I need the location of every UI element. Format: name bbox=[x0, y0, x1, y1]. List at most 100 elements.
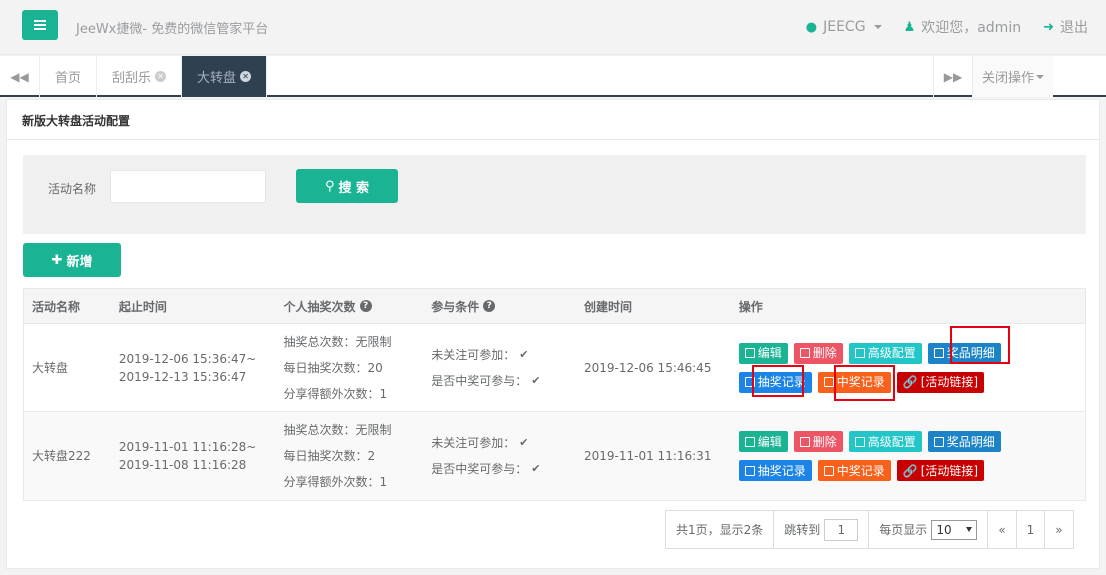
search-button[interactable]: ⚲ 搜 索 bbox=[296, 169, 398, 203]
tab-home[interactable]: 首页 bbox=[40, 56, 98, 97]
jump-label: 跳转到 bbox=[784, 523, 821, 537]
op-label: 编辑 bbox=[757, 434, 782, 449]
prize-detail-button[interactable]: 奖品明细 bbox=[927, 342, 1001, 364]
trash-icon bbox=[799, 348, 810, 358]
menu-toggle-button[interactable] bbox=[22, 10, 58, 40]
close-operations-dropdown[interactable]: 关闭操作 bbox=[973, 56, 1053, 97]
help-icon[interactable]: ? bbox=[359, 300, 372, 312]
wechat-icon: ● bbox=[805, 19, 818, 35]
start-time: 2019-11-01 11:16:28~ bbox=[118, 440, 257, 454]
op-label: 奖品明细 bbox=[946, 346, 995, 360]
cell-counts: 抽奖总次数：无限制 每日抽奖次数：20 分享得额外次数：1 bbox=[276, 324, 424, 411]
user-welcome[interactable]: ♟ 欢迎您，admin bbox=[904, 17, 1022, 37]
close-tab-icon[interactable]: ✕ bbox=[155, 71, 167, 82]
cond-follow: 未关注可参加： ✔ bbox=[431, 346, 568, 364]
tab-scroll-left-button[interactable]: ◀◀ bbox=[0, 56, 40, 97]
draw-record-button[interactable]: 抽奖记录 bbox=[738, 460, 812, 481]
panel-title: 新版大转盘活动配置 bbox=[7, 100, 1099, 140]
check-icon: ✔ bbox=[531, 373, 541, 387]
cell-conditions: 未关注可参加： ✔ 是否中奖可参与： ✔ bbox=[423, 412, 576, 500]
table-icon bbox=[744, 465, 755, 476]
menu-icon bbox=[34, 20, 46, 30]
op-label: 奖品明细 bbox=[946, 434, 995, 449]
end-time: 2019-11-08 11:16:28 bbox=[118, 458, 247, 472]
prize-detail-button[interactable]: 奖品明细 bbox=[927, 431, 1001, 452]
cond-label: 未关注可参加： bbox=[431, 347, 516, 362]
tab-list: 首页 刮刮乐 ✕ 大转盘 ✕ bbox=[40, 56, 268, 97]
op-label: 删除 bbox=[812, 434, 837, 449]
table-icon bbox=[823, 377, 834, 387]
per-page-select[interactable]: 10 bbox=[931, 519, 978, 540]
ops-group: 编辑 删除 高级配置 奖品明细 抽奖记录 中奖记录 🔗 [活动链接] bbox=[738, 342, 1039, 393]
col-header: 参与条件? bbox=[423, 289, 576, 323]
col-header-label: 参与条件 bbox=[431, 299, 480, 314]
trash-icon bbox=[799, 436, 810, 447]
table-header: 活动名称 起止时间 个人抽奖次数? 参与条件? 创建时间 操作 bbox=[24, 289, 1085, 324]
edit-button[interactable]: 编辑 bbox=[738, 342, 788, 364]
prev-page-button[interactable]: « bbox=[988, 511, 1017, 548]
activity-table: 活动名称 起止时间 个人抽奖次数? 参与条件? 创建时间 操作 大转盘 2019… bbox=[23, 288, 1086, 501]
check-icon: ✔ bbox=[519, 436, 529, 449]
jump-input[interactable]: 1 bbox=[824, 518, 859, 541]
edit-icon bbox=[744, 348, 755, 358]
main-panel: 新版大转盘活动配置 活动名称 ⚲ 搜 索 ✚ 新增 活动名称 起止时间 个人抽奖次数… bbox=[6, 99, 1100, 569]
top-navbar: JeeWx捷微- 免费的微信管家平台 ● JEECG ♟ 欢迎您，admin ➜ 退出 bbox=[0, 0, 1106, 55]
link-icon: 🔗 bbox=[902, 463, 918, 478]
activity-link-button[interactable]: 🔗 [活动链接] bbox=[896, 371, 985, 393]
close-ops-label: 关闭操作 bbox=[981, 71, 1034, 86]
page-summary: 共1页，显示2条 bbox=[666, 511, 775, 548]
user-icon: ♟ bbox=[903, 19, 916, 35]
win-record-button[interactable]: 中奖记录 bbox=[817, 460, 891, 481]
advanced-config-button[interactable]: 高级配置 bbox=[848, 431, 922, 452]
search-area: 活动名称 ⚲ 搜 索 bbox=[23, 155, 1086, 234]
delete-button[interactable]: 删除 bbox=[793, 342, 843, 364]
help-icon[interactable]: ? bbox=[483, 300, 496, 312]
dropdown-arrow-icon bbox=[966, 527, 973, 532]
count-daily: 每日抽奖次数：2 bbox=[283, 449, 376, 463]
cond-label: 是否中奖可参与： bbox=[431, 373, 528, 388]
cell-ops: 编辑 删除 高级配置 奖品明细 抽奖记录 中奖记录 🔗 [活动链接] bbox=[731, 412, 1085, 500]
advanced-config-button[interactable]: 高级配置 bbox=[848, 342, 922, 364]
caret-down-icon bbox=[873, 25, 882, 29]
table-icon bbox=[823, 465, 834, 476]
count-daily: 每日抽奖次数：20 bbox=[283, 360, 383, 375]
col-header: 操作 bbox=[738, 299, 763, 314]
logout-link[interactable]: ➜ 退出 bbox=[1043, 17, 1088, 37]
cell-created: 2019-11-01 11:16:31 bbox=[584, 449, 712, 463]
plus-icon: ✚ bbox=[51, 252, 63, 268]
tab-wheel[interactable]: 大转盘 ✕ bbox=[182, 56, 268, 97]
edit-icon bbox=[744, 436, 755, 447]
edit-button[interactable]: 编辑 bbox=[738, 431, 788, 452]
tab-scroll-right-button[interactable]: ▶▶ bbox=[933, 56, 973, 97]
close-tab-icon[interactable]: ✕ bbox=[240, 71, 252, 82]
add-button[interactable]: ✚ 新增 bbox=[23, 243, 121, 277]
col-header: 个人抽奖次数? bbox=[276, 289, 424, 323]
win-record-button[interactable]: 中奖记录 bbox=[817, 371, 891, 393]
tab-label: 首页 bbox=[55, 71, 82, 86]
check-icon: ✔ bbox=[531, 462, 541, 475]
activity-name-input[interactable] bbox=[110, 170, 266, 203]
cell-counts: 抽奖总次数：无限制 每日抽奖次数：2 分享得额外次数：1 bbox=[276, 412, 424, 500]
search-icon: ⚲ bbox=[324, 178, 335, 194]
op-label: [活动链接] bbox=[920, 463, 979, 478]
next-page-button[interactable]: » bbox=[1045, 511, 1072, 548]
caret-down-icon bbox=[1036, 74, 1044, 79]
op-label: 抽奖记录 bbox=[757, 463, 806, 478]
delete-button[interactable]: 删除 bbox=[793, 431, 843, 452]
activity-link-button[interactable]: 🔗 [活动链接] bbox=[896, 460, 985, 481]
op-label: 删除 bbox=[812, 346, 837, 360]
welcome-label: 欢迎您，admin bbox=[921, 20, 1022, 36]
tab-scratch[interactable]: 刮刮乐 ✕ bbox=[97, 56, 183, 97]
jeecg-dropdown[interactable]: ● JEECG bbox=[806, 19, 882, 35]
start-time: 2019-12-06 15:36:47~ bbox=[118, 351, 257, 366]
draw-record-button[interactable]: 抽奖记录 bbox=[738, 371, 812, 393]
per-page-value: 10 bbox=[936, 522, 952, 537]
col-header: 活动名称 bbox=[32, 299, 81, 314]
cell-period: 2019-12-06 15:36:47~ 2019-12-13 15:36:47 bbox=[111, 324, 276, 411]
ops-group: 编辑 删除 高级配置 奖品明细 抽奖记录 中奖记录 🔗 [活动链接] bbox=[738, 431, 1039, 481]
page-number-button[interactable]: 1 bbox=[1017, 511, 1046, 548]
tab-label: 刮刮乐 bbox=[112, 71, 152, 86]
table-row: 大转盘222 2019-11-01 11:16:28~ 2019-11-08 11… bbox=[24, 412, 1085, 500]
cond-won: 是否中奖可参与： ✔ bbox=[431, 460, 568, 478]
count-share: 分享得额外次数：1 bbox=[283, 386, 388, 401]
